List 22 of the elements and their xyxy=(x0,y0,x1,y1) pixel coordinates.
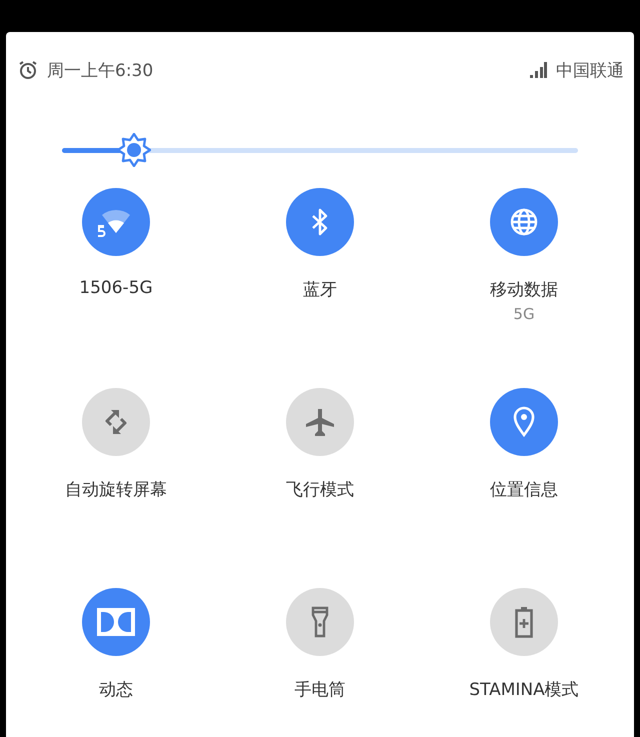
tile-label: 蓝牙 xyxy=(303,279,337,301)
flashlight-icon xyxy=(310,606,330,638)
bluetooth-icon xyxy=(311,208,329,236)
tile-label: 自动旋转屏幕 xyxy=(65,479,167,501)
globe-icon xyxy=(509,207,539,237)
alarm-clock-icon xyxy=(18,60,38,80)
signal-icon xyxy=(529,61,547,79)
airplane-icon xyxy=(304,406,336,438)
alarm-time: 周一上午6:30 xyxy=(47,60,154,82)
tile-sublabel: 5G xyxy=(513,305,535,323)
tile-label: 位置信息 xyxy=(490,479,558,501)
double-d-icon xyxy=(97,608,135,636)
tile-label: STAMINA模式 xyxy=(469,679,579,701)
tile-label: 1506-5G xyxy=(79,278,153,298)
tile-label: 手电筒 xyxy=(294,679,346,701)
carrier-name: 中国联通 xyxy=(556,60,624,82)
battery-plus-icon xyxy=(514,606,534,638)
tile-label: 移动数据 xyxy=(490,279,558,301)
location-pin-icon xyxy=(512,406,536,438)
sun-icon[interactable] xyxy=(117,133,152,167)
tile-label: 飞行模式 xyxy=(286,479,354,501)
tile-label: 动态 xyxy=(99,679,133,701)
